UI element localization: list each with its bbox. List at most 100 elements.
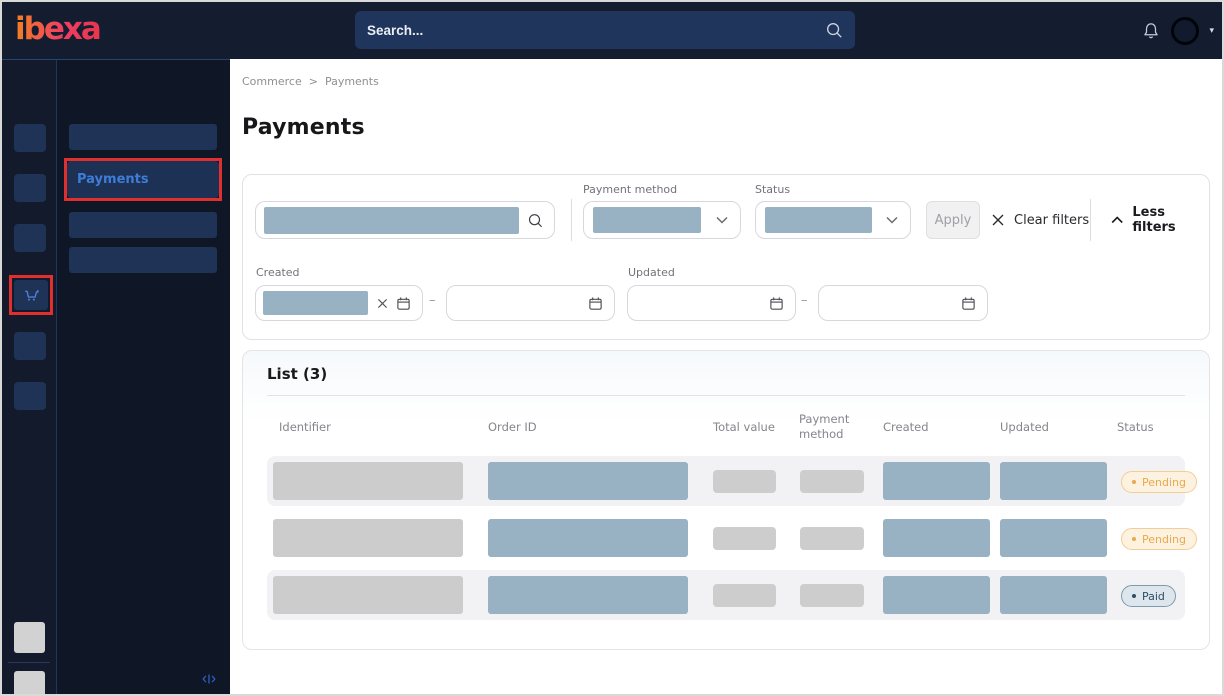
calendar-icon[interactable] <box>396 296 411 311</box>
table-header: Identifier Order ID Total value Payment … <box>267 403 1185 451</box>
rail-item-5[interactable] <box>14 332 46 360</box>
updated-label: Updated <box>628 266 675 279</box>
redacted-order-id <box>488 519 688 557</box>
list-title: List (3) <box>267 365 327 383</box>
commerce-nav-button[interactable] <box>14 280 48 310</box>
search-icon <box>825 21 843 39</box>
payment-method-select[interactable] <box>583 201 741 239</box>
range-separator: – <box>429 293 436 308</box>
less-filters-toggle[interactable]: Less filters <box>1111 201 1209 239</box>
status-dot-icon <box>1132 537 1136 541</box>
created-to-input[interactable] <box>446 285 615 321</box>
ibexa-logo[interactable]: ibexa <box>15 11 100 47</box>
close-icon <box>991 213 1005 227</box>
notifications-bell-icon[interactable] <box>1141 20 1161 42</box>
chevron-down-icon <box>886 216 898 224</box>
redacted-total-value <box>713 584 776 607</box>
rail-item-2[interactable] <box>14 174 46 202</box>
redacted-select-value <box>765 207 872 233</box>
app-window: ibexa ▾ <box>0 0 1224 696</box>
status-text: Paid <box>1142 590 1165 603</box>
chevron-up-icon <box>1111 216 1123 224</box>
range-separator: – <box>801 293 808 308</box>
status-select[interactable] <box>755 201 911 239</box>
calendar-icon[interactable] <box>961 296 976 311</box>
avatar[interactable] <box>1171 17 1199 45</box>
status-badge: Pending <box>1121 471 1197 493</box>
table-row[interactable]: Pending <box>267 456 1185 506</box>
rail-item-6[interactable] <box>14 382 46 410</box>
user-menu-caret-icon[interactable]: ▾ <box>1209 26 1214 36</box>
less-filters-label: Less filters <box>1132 205 1209 235</box>
list-divider <box>267 395 1185 396</box>
main-content: Commerce > Payments Payments Payment met… <box>230 59 1222 694</box>
redacted-identifier <box>273 519 463 557</box>
status-dot-icon <box>1132 594 1136 598</box>
redacted-updated <box>1000 462 1107 500</box>
rail-bottom-item-1[interactable] <box>14 622 45 653</box>
rail-item-1[interactable] <box>14 124 46 152</box>
filter-search-box[interactable] <box>255 201 555 239</box>
chevron-down-icon <box>716 216 728 224</box>
column-header-updated: Updated <box>994 420 1111 435</box>
rail-item-3[interactable] <box>14 224 46 252</box>
created-label: Created <box>256 266 300 279</box>
clear-filters-label: Clear filters <box>1014 213 1089 228</box>
breadcrumb-separator: > <box>309 75 318 88</box>
calendar-icon[interactable] <box>588 296 603 311</box>
sidebar-collapse-button[interactable] <box>201 670 217 689</box>
status-badge: Pending <box>1121 528 1197 550</box>
redacted-payment-method <box>800 527 864 550</box>
icon-rail <box>2 59 57 694</box>
redacted-date-value <box>263 291 368 315</box>
status-label: Status <box>755 183 790 196</box>
redacted-updated <box>1000 576 1107 614</box>
redacted-total-value <box>713 527 776 550</box>
global-search[interactable] <box>355 11 855 49</box>
sidebar-item-3[interactable] <box>69 212 217 238</box>
sidebar-item-4[interactable] <box>69 247 217 273</box>
page-title: Payments <box>242 115 365 140</box>
redacted-identifier <box>273 576 463 614</box>
rail-bottom-item-2[interactable] <box>14 671 45 696</box>
sidebar-item-payments[interactable]: Payments <box>67 161 219 198</box>
breadcrumb-item-payments[interactable]: Payments <box>325 75 379 88</box>
rail-divider <box>8 662 50 663</box>
status-text: Pending <box>1142 533 1186 546</box>
table-row[interactable]: Pending <box>267 513 1185 563</box>
redacted-payment-method <box>800 584 864 607</box>
redacted-updated <box>1000 519 1107 557</box>
sidebar-item-1[interactable] <box>69 124 217 150</box>
search-input[interactable] <box>367 23 825 38</box>
redacted-payment-method <box>800 470 864 493</box>
apply-button[interactable]: Apply <box>926 201 980 239</box>
redacted-order-id <box>488 576 688 614</box>
annotation-highlight-payments: Payments <box>64 158 222 201</box>
table-row[interactable]: Paid <box>267 570 1185 620</box>
filter-divider <box>1090 199 1091 241</box>
column-header-created: Created <box>877 420 994 435</box>
column-header-order-id: Order ID <box>482 420 707 435</box>
updated-to-input[interactable] <box>818 285 988 321</box>
calendar-icon[interactable] <box>769 296 784 311</box>
filter-divider <box>571 199 572 241</box>
redacted-total-value <box>713 470 776 493</box>
clear-filters-button[interactable]: Clear filters <box>991 201 1089 239</box>
column-header-identifier: Identifier <box>267 420 482 435</box>
updated-from-input[interactable] <box>627 285 796 321</box>
annotation-highlight-cart <box>9 275 53 315</box>
status-badge: Paid <box>1121 585 1176 607</box>
status-dot-icon <box>1132 480 1136 484</box>
redacted-created <box>883 462 990 500</box>
redacted-created <box>883 576 990 614</box>
shopping-cart-icon <box>21 285 41 305</box>
breadcrumb-item-commerce[interactable]: Commerce <box>242 75 302 88</box>
clear-date-icon[interactable] <box>377 298 388 309</box>
column-header-payment-method: Payment method <box>793 412 857 442</box>
redacted-order-id <box>488 462 688 500</box>
table-body: Pending Pending <box>267 456 1185 627</box>
redacted-identifier <box>273 462 463 500</box>
filters-panel: Payment method Status Apply <box>242 174 1210 340</box>
created-from-input[interactable] <box>255 285 423 321</box>
column-header-status: Status <box>1111 420 1185 435</box>
